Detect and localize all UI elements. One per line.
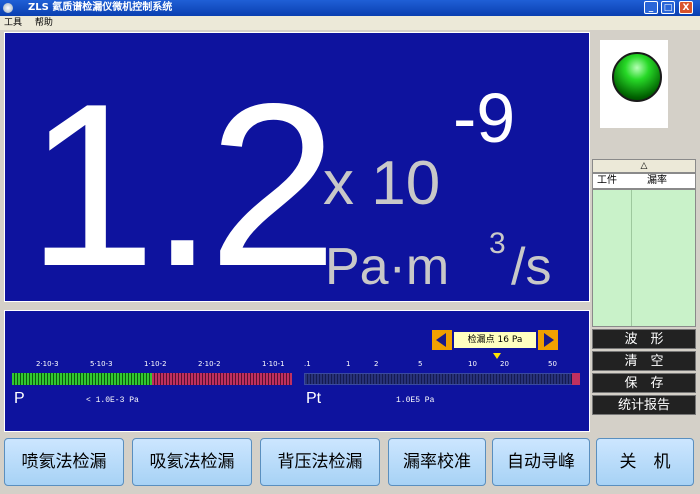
left-range-label: < 1.0E-3 Pa [86, 396, 139, 405]
menu-help[interactable]: 帮助 [35, 18, 53, 28]
test-point-right-button[interactable] [538, 330, 558, 350]
right-range-label: 1.0E5 Pa [396, 396, 435, 405]
test-point-label: 检漏点 16 Pa [454, 332, 536, 348]
leak-rate-display: 1.2 x 10 -9 Pa·m 3 /s [4, 32, 590, 302]
pressure-bar-green [12, 373, 152, 385]
scale-tick: 2·10-2 [198, 360, 221, 368]
scale-tick: 5 [418, 360, 423, 368]
close-button[interactable]: X [679, 1, 693, 14]
pressure-panel [4, 310, 590, 432]
column-rate: 漏率 [647, 175, 667, 186]
test-point-marker [493, 353, 501, 359]
test-point-left-button[interactable] [432, 330, 452, 350]
scale-tick: 5·10-3 [90, 360, 113, 368]
leak-rate-mantissa: 1.2 [27, 56, 338, 302]
leak-rate-unit: Pa·m [325, 238, 450, 296]
window-title: ZLS 氦质谱检漏仪微机控制系统 [28, 2, 173, 13]
leak-rate-multiplier: x 10 [323, 149, 441, 218]
scale-tick: 10 [468, 360, 477, 368]
waveform-button[interactable]: 波 形 [592, 329, 696, 349]
scale-tick: 20 [500, 360, 509, 368]
spray-helium-button[interactable]: 喷氦法检漏 [4, 438, 124, 486]
statistics-report-button[interactable]: 统计报告 [592, 395, 696, 415]
maximize-button[interactable]: □ [661, 1, 675, 14]
scale-tick: 1·10-1 [262, 360, 285, 368]
right-unit-label: Pt [306, 390, 322, 407]
scale-tick: 1 [346, 360, 351, 368]
status-lamp-icon [612, 52, 662, 102]
app-icon [3, 3, 13, 13]
leak-rate-unit-superscript: 3 [489, 227, 506, 260]
back-pressure-button[interactable]: 背压法检漏 [260, 438, 380, 486]
arrow-left-icon [436, 333, 446, 347]
shutdown-button[interactable]: 关 机 [596, 438, 694, 486]
scale-tick: 2·10-3 [36, 360, 59, 368]
clear-button[interactable]: 清 空 [592, 351, 696, 371]
scale-tick: .1 [304, 360, 311, 368]
scale-tick: 2 [374, 360, 379, 368]
leak-list[interactable] [592, 189, 696, 327]
pressure-bar-red [152, 373, 292, 385]
leak-calibration-button[interactable]: 漏率校准 [388, 438, 486, 486]
sniff-helium-button[interactable]: 吸氦法检漏 [132, 438, 252, 486]
pressure-bar-dark [304, 373, 574, 385]
leak-rate-unit-tail: /s [511, 238, 552, 296]
minimize-button[interactable]: _ [644, 1, 658, 14]
list-scroll-up[interactable]: △ [592, 159, 696, 173]
leak-rate-exponent: -9 [453, 79, 516, 157]
scale-tick: 50 [548, 360, 557, 368]
test-point-selector: 检漏点 16 Pa [432, 330, 558, 350]
left-unit-label: P [14, 390, 25, 407]
leak-list-header: 工件 漏率 [592, 173, 696, 189]
auto-peak-button[interactable]: 自动寻峰 [492, 438, 590, 486]
save-button[interactable]: 保 存 [592, 373, 696, 393]
column-part: 工件 [597, 175, 617, 186]
arrow-right-icon [544, 333, 554, 347]
menu-tools[interactable]: 工具 [4, 18, 22, 28]
title-bar: ZLS 氦质谱检漏仪微机控制系统 _ □ X [0, 0, 700, 16]
scale-tick: 1·10-2 [144, 360, 167, 368]
list-column-divider [631, 190, 632, 326]
menu-bar: 工具 帮助 [0, 16, 700, 30]
pressure-bar-end [572, 373, 580, 385]
